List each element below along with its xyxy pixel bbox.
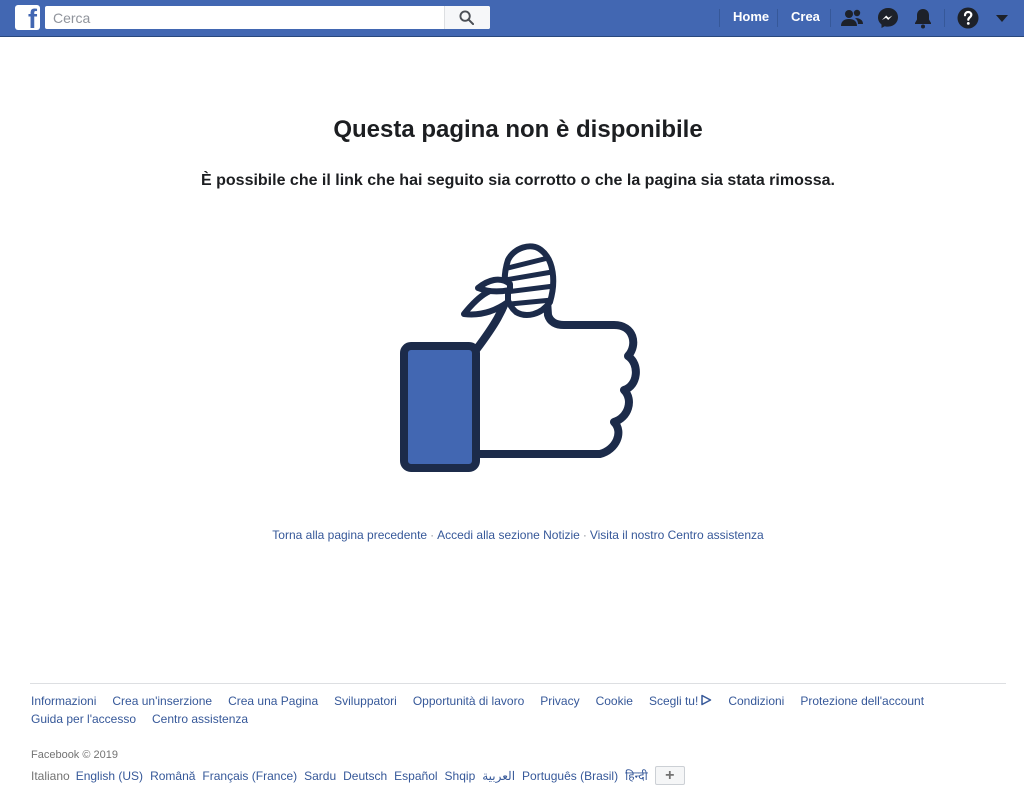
copyright: Facebook © 2019	[31, 749, 118, 761]
page-subtitle: È possibile che il link che hai seguito …	[201, 172, 835, 189]
top-navigation-bar: f Home Crea	[0, 0, 1024, 37]
facebook-logo[interactable]: f	[15, 4, 40, 34]
footer-link-developers[interactable]: Sviluppatori	[334, 694, 397, 708]
back-link[interactable]: Torna alla pagina precedente	[272, 528, 427, 542]
ad-choices-label: Scegli tu!	[648, 694, 699, 708]
logo-letter: f	[28, 4, 37, 34]
broken-thumbs-up-icon	[400, 243, 640, 472]
ad-choices-icon	[701, 694, 712, 706]
footer-link-login-help[interactable]: Guida per l'accesso	[31, 712, 136, 726]
news-feed-link[interactable]: Accedi alla sezione Notizie	[437, 528, 580, 542]
footer-link-privacy[interactable]: Privacy	[540, 694, 579, 708]
nav-separator	[944, 9, 945, 27]
footer-link-cookies[interactable]: Cookie	[596, 694, 633, 708]
footer-link-about[interactable]: Informazioni	[31, 694, 96, 708]
footer-link-create-ad[interactable]: Crea un'inserzione	[112, 694, 212, 708]
search-button[interactable]	[444, 6, 490, 29]
footer-link-help-center[interactable]: Centro assistenza	[152, 712, 248, 726]
footer-divider	[30, 683, 1006, 684]
nav-separator	[777, 9, 778, 27]
help-center-link[interactable]: Visita il nostro Centro assistenza	[590, 528, 764, 542]
footer-links-row-2: Guida per l'accesso Centro assistenza	[31, 712, 264, 726]
footer-link-careers[interactable]: Opportunità di lavoro	[413, 694, 524, 708]
help-links: Torna alla pagina precedente · Accedi alla…	[0, 528, 1024, 542]
notifications-icon[interactable]	[911, 6, 935, 30]
language-link[interactable]: Shqip	[445, 769, 476, 783]
footer-link-terms[interactable]: Condizioni	[728, 694, 784, 708]
nav-separator	[719, 9, 720, 27]
create-link[interactable]: Crea	[791, 0, 820, 36]
current-language: Italiano	[31, 769, 70, 783]
link-separator: ·	[430, 528, 435, 542]
language-link[interactable]: Português (Brasil)	[522, 769, 618, 783]
more-languages-button[interactable]: +	[654, 766, 685, 786]
footer-link-account-security[interactable]: Protezione dell'account	[800, 694, 924, 708]
page-title: Questa pagina non è disponibile	[333, 116, 703, 143]
friends-icon[interactable]	[840, 6, 864, 30]
footer-link-create-page[interactable]: Crea una Pagina	[228, 694, 318, 708]
messenger-icon[interactable]	[876, 6, 900, 30]
language-link[interactable]: Deutsch	[343, 769, 387, 783]
language-link[interactable]: العربية	[482, 769, 515, 783]
language-link[interactable]: English (US)	[76, 769, 143, 783]
footer-links-row-1: Informazioni Crea un'inserzione Crea una P…	[31, 694, 940, 708]
language-link[interactable]: Español	[394, 769, 437, 783]
search-box	[45, 6, 490, 29]
link-separator: ·	[582, 528, 587, 542]
search-input[interactable]	[45, 6, 445, 29]
account-menu-icon[interactable]	[993, 9, 1011, 27]
language-link[interactable]: हिन्दी	[625, 769, 648, 783]
language-link[interactable]: Română	[150, 769, 195, 783]
home-link[interactable]: Home	[733, 0, 769, 36]
search-icon	[459, 10, 474, 25]
language-selector: Italiano English (US) Română Français (Fran…	[31, 766, 691, 786]
language-link[interactable]: Sardu	[304, 769, 336, 783]
nav-separator	[830, 9, 831, 27]
language-link[interactable]: Français (France)	[202, 769, 297, 783]
footer-link-ad-choices[interactable]: Scegli tu!	[649, 694, 712, 708]
help-icon[interactable]	[956, 6, 980, 30]
